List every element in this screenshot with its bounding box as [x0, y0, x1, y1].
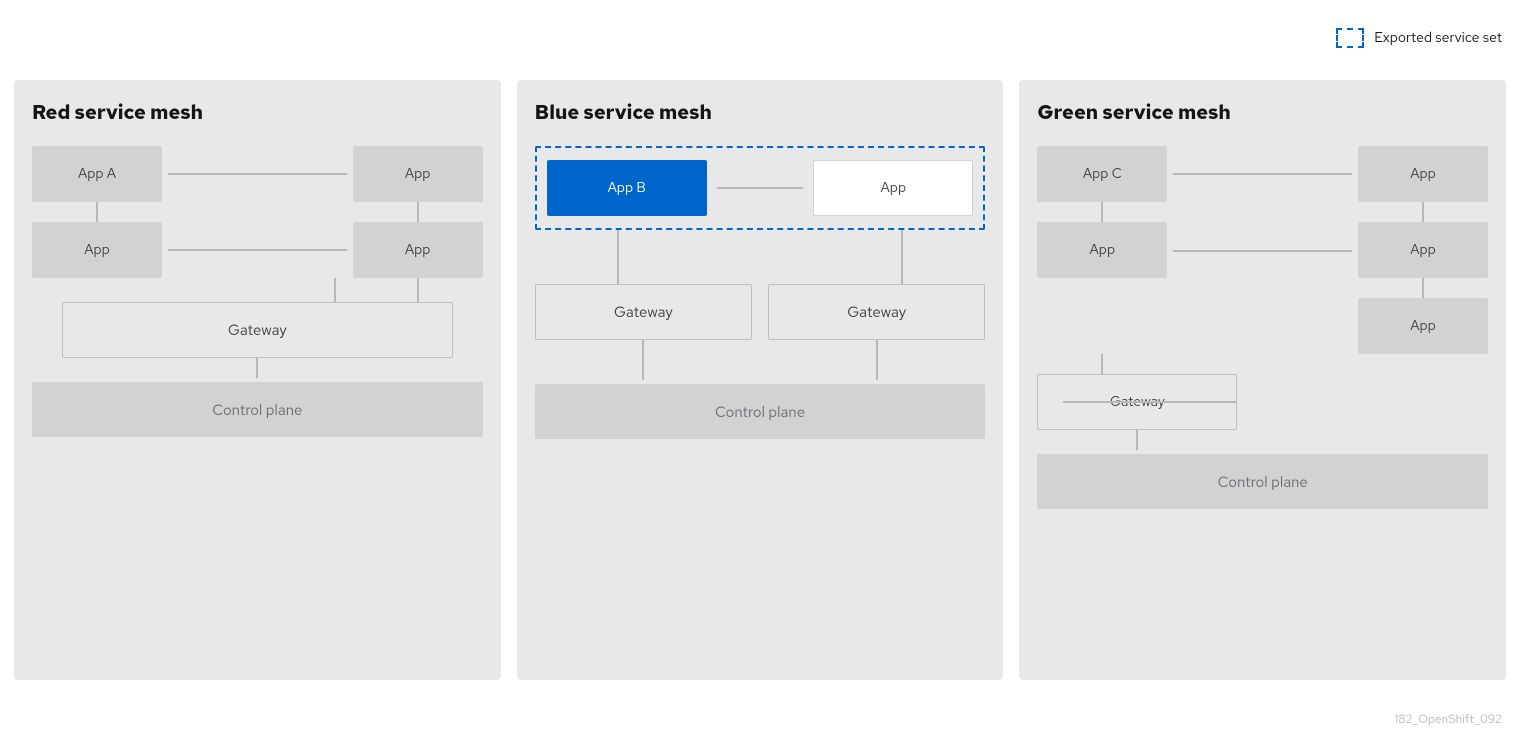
blue-mesh-panel: Blue service mesh App B App: [517, 80, 1004, 680]
blue-col-left: Gateway: [535, 284, 752, 380]
blue-app1: App: [813, 160, 973, 216]
diagram-area: Red service mesh App A App: [14, 80, 1506, 680]
green-mesh-panel: Green service mesh App C App: [1019, 80, 1506, 680]
watermark: 182_OpenShift_092: [1395, 711, 1502, 727]
blue-col-right: Gateway: [768, 284, 985, 380]
green-app2: App: [1037, 222, 1167, 278]
legend: Exported service set: [1336, 28, 1502, 48]
green-gateway: Gateway: [1037, 374, 1237, 430]
blue-gateway2: Gateway: [768, 284, 985, 340]
blue-app-b: App B: [547, 160, 707, 216]
red-app3: App: [353, 222, 483, 278]
blue-exported-set: App B App: [535, 146, 986, 230]
red-mesh-title: Red service mesh: [32, 100, 483, 126]
green-app1: App: [1358, 146, 1488, 202]
legend-label: Exported service set: [1374, 29, 1502, 47]
green-app-c: App C: [1037, 146, 1167, 202]
red-app-a: App A: [32, 146, 162, 202]
green-mesh-title: Green service mesh: [1037, 100, 1488, 126]
red-control-plane: Control plane: [32, 382, 483, 437]
red-mesh-panel: Red service mesh App A App: [14, 80, 501, 680]
red-app1: App: [353, 146, 483, 202]
blue-gateway1: Gateway: [535, 284, 752, 340]
green-app4: App: [1358, 298, 1488, 354]
green-control-plane: Control plane: [1037, 454, 1488, 509]
blue-mesh-title: Blue service mesh: [535, 100, 986, 126]
green-app3: App: [1358, 222, 1488, 278]
red-app2: App: [32, 222, 162, 278]
exported-service-set-icon: [1336, 28, 1364, 48]
blue-control-plane: Control plane: [535, 384, 986, 439]
red-gateway: Gateway: [62, 302, 453, 358]
